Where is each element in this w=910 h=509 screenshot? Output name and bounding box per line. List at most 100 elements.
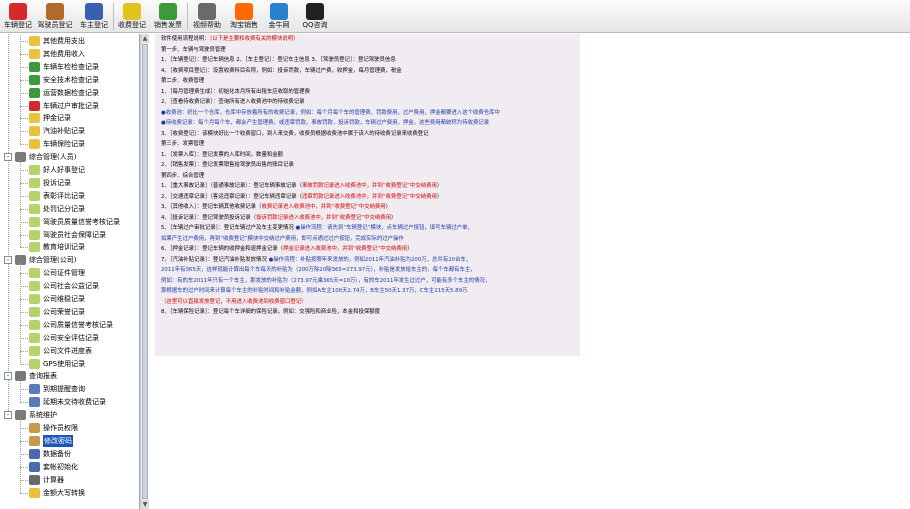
tree-branch-line <box>20 389 28 391</box>
tree-item-label: 教育培训记录 <box>43 243 85 252</box>
instruction-line: 6、［押金记录］：登记车辆的收押金和退押金记录（押金记录进入收费池中，并到“收费… <box>161 244 580 255</box>
tree-item-label: 系统维护 <box>29 411 57 420</box>
folder-icon <box>29 306 40 317</box>
instruction-text: 押金记录进入收费池中，并到“收费登记”中交纳费用 <box>283 246 408 252</box>
navigation-tree: 其他费用支出 其他费用收入 车辆车检检查记录 安全技术检查记录 运营数据检查记录 车辆过户… <box>0 34 140 509</box>
scroll-down-arrow[interactable]: ▼ <box>141 500 149 509</box>
tree-item-label: 运营数据检查记录 <box>43 88 99 97</box>
taobao-icon <box>235 3 253 20</box>
tree-guide-line <box>20 418 21 493</box>
tree-branch-line <box>20 247 28 249</box>
tree-item-label: 处罚记分记录 <box>43 204 85 213</box>
toolbar-button-6[interactable]: 视频帮助 <box>190 1 224 32</box>
tree-guide-line <box>20 263 21 364</box>
folder-icon <box>29 165 40 175</box>
toolbar-button-4[interactable]: 收费登记 <box>115 1 149 32</box>
instruction-line: 第三步、发票管理 <box>161 139 580 150</box>
tree-branch-line <box>20 208 28 210</box>
invoice-icon <box>159 3 177 20</box>
tree-guide-line <box>20 160 21 248</box>
scroll-thumb[interactable] <box>142 44 148 499</box>
folder-icon <box>29 216 40 227</box>
tree-branch-line <box>20 221 28 223</box>
scroll-up-arrow[interactable]: ▲ <box>141 34 149 43</box>
driver-icon <box>46 3 64 20</box>
coin-icon <box>29 48 40 59</box>
instruction-text: 违章罚款记录进入收费池中，并到“收费登记”中交纳费用 <box>301 193 437 200</box>
tree-item-label: 综合管理(公司) <box>29 256 77 265</box>
tree-collapse-toggle[interactable]: - <box>4 411 12 420</box>
tree-item-label: 数据备份 <box>43 449 71 458</box>
tree-branch-line <box>20 350 28 352</box>
tree-item-label: 投诉记录 <box>43 178 71 187</box>
folder-icon <box>29 229 40 240</box>
tree-item-label: 公司社会公益记录 <box>43 282 99 291</box>
toolbar-button-7[interactable]: 淘宝销售 <box>226 1 262 32</box>
tree-item-label: 修改密码 <box>43 434 73 447</box>
car-icon <box>29 61 40 72</box>
tree-branch-line <box>20 453 28 455</box>
instruction-text: 3、［其他收入］：登记车辆其他收费记录（ <box>161 204 262 210</box>
instruction-text: 6、［押金记录］：登记车辆的收押金和退押金记录（ <box>161 246 284 252</box>
instruction-text: 4、［收费项目登记］：设置收费科目名称，例如：投诉罚款，车辆过户费，收押金，每月… <box>161 67 402 74</box>
toolbar-button-3[interactable]: 车主登记 <box>76 1 112 32</box>
tree-collapse-toggle[interactable]: - <box>4 372 12 381</box>
toolbar-button-9[interactable]: QQ咨询 <box>298 1 332 32</box>
instruction-text: 7、［汽油补贴记录］：登记汽油补贴发放情况 <box>161 256 269 263</box>
tree-item-label: 公司安全评估记录 <box>43 333 99 342</box>
main-toolbar: 车辆登记 驾驶员登记 车主登记 收费登记 销售发票 视频帮助 淘宝销售 金牛网 QQ咨询 <box>0 0 910 33</box>
folder-icon <box>29 332 40 343</box>
instruction-text: ） <box>436 193 443 200</box>
instruction-text: 1、［重大事故记录］（普通事故记录）：登记车辆事故记录（ <box>161 183 302 189</box>
toolbar-button-label: 车主登记 <box>80 21 108 29</box>
instruction-line: 7、［汽油补贴记录］：登记汽油补贴发放情况 ●操作流程：补贴按照年来发放的，例如… <box>161 255 580 266</box>
tree-item-label: 公司证件管理 <box>43 269 85 278</box>
toolbar-button-2[interactable]: 驾驶员登记 <box>34 1 76 32</box>
toolbar-button-5[interactable]: 销售发票 <box>150 1 186 32</box>
toolbar-button-label: 金牛网 <box>268 21 290 29</box>
instruction-text: ） <box>385 204 392 210</box>
instruction-text: 1、［车辆登记］：登记车辆信息 2、［车主登记］：登记车主信息 3、［驾驶员登记… <box>161 57 396 63</box>
toolbar-button-8[interactable]: 金牛网 <box>262 1 296 32</box>
tree-item-label: 驾驶员社会保障记录 <box>43 230 106 239</box>
tree-branch-line <box>20 131 28 133</box>
tree-item-label: 安全技术检查记录 <box>43 75 99 84</box>
tree-item-label: 好人好事登记 <box>43 166 85 174</box>
tree-branch-line <box>20 182 28 184</box>
coin-icon <box>29 36 40 46</box>
tree-item-label: 综合管理(人员) <box>29 153 77 162</box>
instruction-line: 5、［车辆过户审批记录］：登记车辆过户及车主变更情况 ●操作流程：请先到“车辆登… <box>161 223 580 234</box>
tree-collapse-toggle[interactable]: - <box>4 153 12 162</box>
tree-item-label: 延期未交待收费记录 <box>43 398 106 407</box>
instruction-line: 那根据车的过户时间来计算每个车主的补贴时间和补贴金额，例如A车主100天2.74… <box>161 286 580 297</box>
instruction-line: 8、［车辆保险记录］：登记每个车详细的保险记录，例如：交强险和商业险，本金和投保… <box>161 307 580 318</box>
toolbar-button-label: 销售发票 <box>154 21 182 29</box>
tree-branch-line <box>20 118 28 120</box>
tree-branch-line <box>20 479 28 481</box>
tree-branch-line <box>20 428 28 429</box>
toolbar-button-1[interactable]: 车辆登记 <box>2 1 34 32</box>
video-icon <box>198 3 216 20</box>
tree-branch-line <box>20 299 28 300</box>
tree-item-label: GPS使用记录 <box>43 359 86 368</box>
instruction-text: ） <box>436 183 443 189</box>
tree-branch-line <box>20 195 28 197</box>
instruction-text: （这里可以直接发放登记，不用进入收费池到收费窗口登记） <box>161 298 307 305</box>
tree-collapse-toggle[interactable]: - <box>4 256 12 265</box>
tree-item-label: 计算器 <box>43 475 64 484</box>
instruction-line: 第四步、综合管理 <box>161 171 580 182</box>
folder-icon <box>29 345 40 356</box>
tree-item-label: 操作员权限 <box>43 424 78 432</box>
tree-branch-line <box>20 105 28 107</box>
instruction-line: 4、［收费项目登记］：设置收费科目名称，例如：投诉罚款，车辆过户费，收押金，每月… <box>161 66 580 77</box>
instruction-line: ●待收费记录：每个月每个车，都会产生管理费，或违章罚款，事故罚款，投诉罚款，车辆… <box>161 118 580 129</box>
instruction-line: 2、［销售发票］：登记发票销售给驾驶员出售的账目记录 <box>161 160 580 171</box>
coin-icon <box>29 126 40 137</box>
instruction-text: （以下是主要和收费有关的模块说明） <box>209 36 299 42</box>
folder-icon <box>29 177 40 188</box>
folder-icon <box>29 190 40 201</box>
tree-scrollbar[interactable]: ▲ ▼ <box>140 34 149 509</box>
tree-item-label: 到期提醒查询 <box>43 385 85 394</box>
tree-item-label: 驾驶员质量信誉考核记录 <box>43 217 120 226</box>
tree-item-label: 其他费用收入 <box>43 49 85 58</box>
